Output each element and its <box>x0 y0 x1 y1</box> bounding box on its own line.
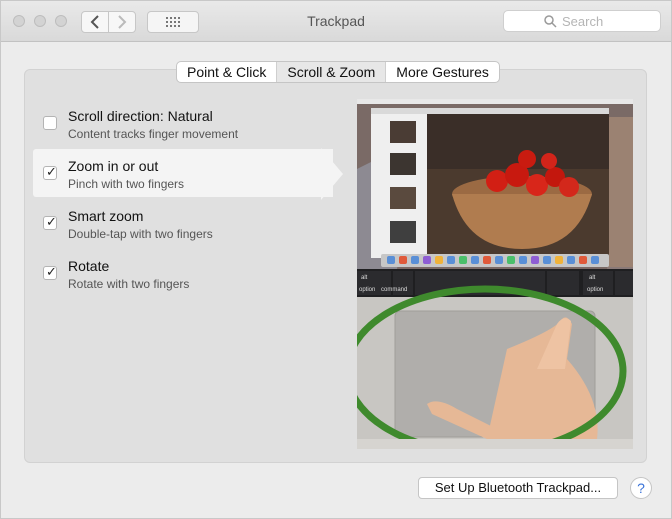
option-zoom-in-out[interactable]: ✓ Zoom in or out Pinch with two fingers <box>33 149 333 197</box>
selection-pointer <box>321 148 343 200</box>
key-command-label: command <box>381 287 407 293</box>
option-title: Smart zoom <box>68 208 144 224</box>
title-bar: Trackpad Search <box>1 1 671 42</box>
tab-scroll-zoom[interactable]: Scroll & Zoom <box>277 62 387 82</box>
tab-point-click[interactable]: Point & Click <box>177 62 278 82</box>
key-option-left-label: option <box>359 287 375 293</box>
gesture-preview-video: alt option command alt option <box>357 99 633 449</box>
help-button[interactable]: ? <box>630 477 652 499</box>
scroll-direction-checkbox[interactable] <box>43 116 57 130</box>
rotate-checkbox[interactable]: ✓ <box>43 264 57 280</box>
search-placeholder: Search <box>562 14 604 29</box>
option-scroll-direction[interactable]: Scroll direction: Natural Content tracks… <box>33 99 333 147</box>
option-title: Rotate <box>68 258 110 274</box>
option-description: Content tracks finger movement <box>68 127 239 141</box>
option-description: Double-tap with two fingers <box>68 227 213 241</box>
search-field[interactable]: Search <box>503 10 661 32</box>
option-title: Zoom in or out <box>68 158 159 174</box>
smart-zoom-checkbox[interactable]: ✓ <box>43 214 57 230</box>
tab-bar: Point & Click Scroll & Zoom More Gesture… <box>176 61 500 83</box>
option-description: Rotate with two fingers <box>68 277 190 291</box>
setup-bluetooth-trackpad-button[interactable]: Set Up Bluetooth Trackpad... <box>418 477 618 499</box>
tab-more-gestures[interactable]: More Gestures <box>386 62 499 82</box>
search-icon <box>544 15 557 28</box>
trackpad-preferences-window: Trackpad Search Point & Click Scroll & Z… <box>0 0 672 519</box>
checkmark-icon: ✓ <box>46 164 57 179</box>
gesture-preview-illustration: alt option command alt option <box>357 99 633 449</box>
checkmark-icon: ✓ <box>46 214 57 229</box>
option-rotate[interactable]: ✓ Rotate Rotate with two fingers <box>33 249 333 297</box>
key-alt-left-label: alt <box>361 275 368 281</box>
option-title: Scroll direction: Natural <box>68 108 213 124</box>
option-description: Pinch with two fingers <box>68 177 185 191</box>
zoom-checkbox[interactable]: ✓ <box>43 164 57 180</box>
key-alt-right-label: alt <box>589 275 596 281</box>
key-option-right-label: option <box>587 287 603 293</box>
option-smart-zoom[interactable]: ✓ Smart zoom Double-tap with two fingers <box>33 199 333 247</box>
checkmark-icon: ✓ <box>46 264 57 279</box>
